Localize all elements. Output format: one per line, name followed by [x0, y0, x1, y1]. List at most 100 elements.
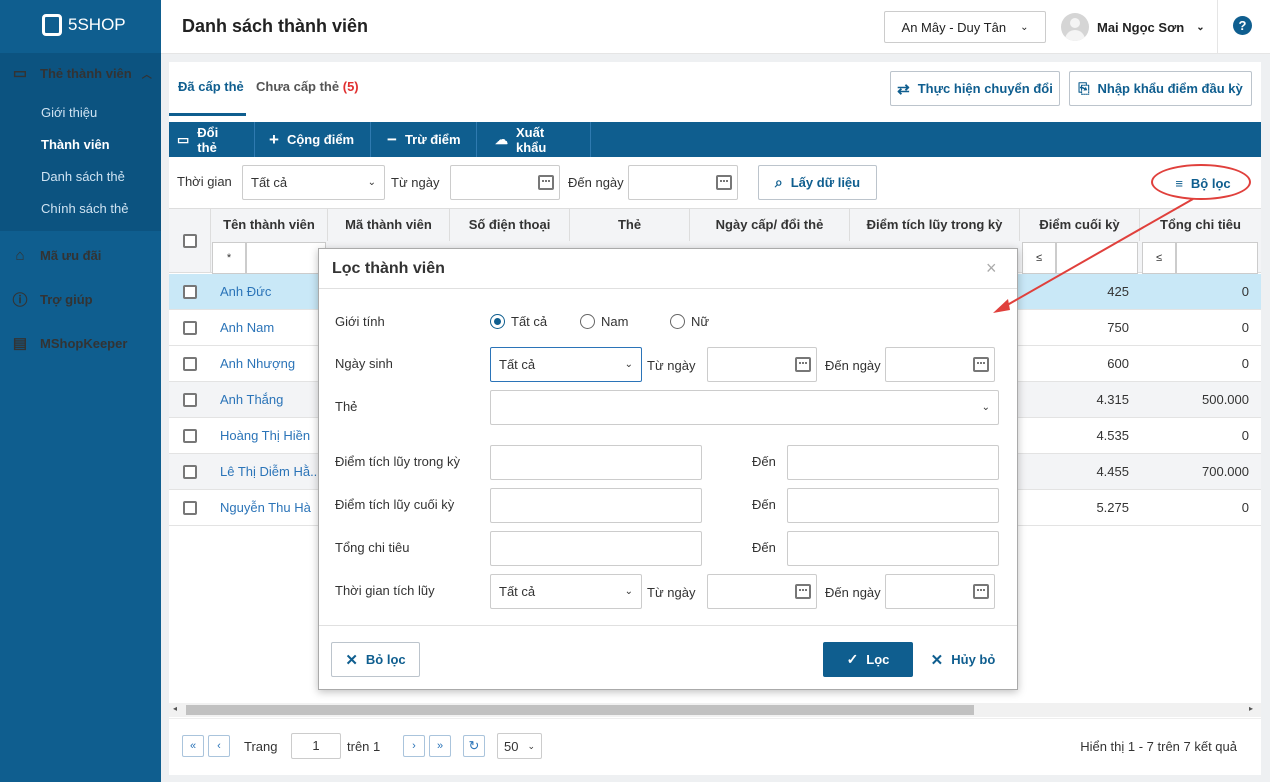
change-card-button[interactable]: ▭ Đổi thẻ [169, 122, 255, 157]
name-filter-input[interactable] [246, 242, 326, 274]
help-icon[interactable]: ? [1233, 16, 1252, 35]
member-name-link[interactable]: Anh Nhượng [220, 356, 295, 371]
convert-button[interactable]: ⇄ Thực hiện chuyển đổi [890, 71, 1060, 106]
col-header-total-spend[interactable]: Tổng chi tiêu [1140, 208, 1261, 241]
branch-select[interactable]: An Mây - Duy Tân ⌄ [884, 11, 1046, 43]
clear-filter-label: Bỏ lọc [365, 652, 406, 667]
user-menu[interactable]: Mai Ngọc Sơn ⌄ [1061, 11, 1205, 43]
period-points-from-input[interactable] [490, 445, 702, 480]
row-checkbox[interactable] [183, 465, 197, 479]
calendar-icon[interactable] [973, 357, 989, 372]
col-header-issue-date[interactable]: Ngày cấp/ đổi thẻ [690, 208, 850, 241]
subtract-points-button[interactable]: − Trừ điểm [371, 122, 477, 157]
dob-to-input[interactable] [885, 347, 995, 382]
sidebar-item-card-policy[interactable]: Chính sách thẻ [0, 193, 161, 225]
sidebar-group-help[interactable]: ⓘ Trợ giúp [0, 279, 161, 319]
page-size-select[interactable]: 50 ⌄ [497, 733, 542, 759]
total-spend-from-input[interactable] [490, 531, 702, 566]
refresh-icon[interactable]: ↻ [463, 735, 485, 757]
clear-filter-button[interactable]: ✕ Bỏ lọc [331, 642, 420, 677]
calendar-icon[interactable] [716, 175, 732, 190]
prev-page-icon[interactable]: ‹ [208, 735, 230, 757]
final-points-to-input[interactable] [787, 488, 999, 523]
col-header-name[interactable]: Tên thành viên [211, 208, 328, 241]
total-spend-to-label: Đến [752, 540, 776, 555]
import-points-button[interactable]: ⎘ Nhập khẩu điểm đầu kỳ [1069, 71, 1252, 106]
total-spend-to-input[interactable] [787, 531, 999, 566]
close-icon: ✕ [345, 651, 358, 669]
radio-checked-icon [490, 314, 505, 329]
card-select[interactable]: ⌄ [490, 390, 999, 425]
calendar-icon[interactable] [795, 357, 811, 372]
final-points-from-input[interactable] [490, 488, 702, 523]
accum-to-input[interactable] [885, 574, 995, 609]
name-filter-op[interactable]: * [212, 242, 246, 274]
app-logo[interactable]: 5SHOP [42, 14, 126, 36]
export-button[interactable]: ☁ Xuất khẩu [477, 122, 591, 157]
final-points-label: Điểm tích lũy cuối kỳ [335, 497, 455, 512]
gender-option-all[interactable]: Tất cả [490, 314, 547, 329]
cancel-button[interactable]: ✕ Hủy bỏ [926, 642, 1000, 677]
sidebar-item-intro[interactable]: Giới thiệu [0, 97, 161, 129]
member-name-link[interactable]: Anh Thắng [220, 392, 283, 407]
accum-time-select[interactable]: Tất cả ⌄ [490, 574, 642, 609]
period-points-to-input[interactable] [787, 445, 999, 480]
sidebar-group-promotions[interactable]: ⌂ Mã ưu đãi [0, 235, 161, 275]
row-checkbox[interactable] [183, 393, 197, 407]
spend-filter-input[interactable] [1176, 242, 1258, 274]
calendar-icon[interactable] [538, 175, 554, 190]
col-header-code[interactable]: Mã thành viên [328, 208, 450, 241]
scrollbar-thumb[interactable] [186, 705, 974, 715]
gender-option-female[interactable]: Nữ [670, 314, 709, 329]
plus-icon: + [269, 129, 279, 149]
sidebar-item-card-list[interactable]: Danh sách thẻ [0, 161, 161, 193]
add-points-button[interactable]: + Cộng điểm [255, 122, 371, 157]
row-checkbox[interactable] [183, 501, 197, 515]
sidebar-group-mshopkeeper[interactable]: ▤ MShopKeeper [0, 323, 161, 363]
next-page-icon[interactable]: › [403, 735, 425, 757]
accum-from-input[interactable] [707, 574, 817, 609]
time-range-select[interactable]: Tất cả ⌄ [242, 165, 385, 200]
row-checkbox[interactable] [183, 285, 197, 299]
total-spend-cell: 500.000 [1202, 392, 1249, 407]
accum-to-label: Đến ngày [825, 585, 881, 600]
member-name-link[interactable]: Anh Nam [220, 320, 274, 335]
final-points-filter-op[interactable]: ≤ [1022, 242, 1056, 274]
radio-icon [580, 314, 595, 329]
calendar-icon[interactable] [973, 584, 989, 599]
row-checkbox[interactable] [183, 429, 197, 443]
scroll-left-icon[interactable]: ◂ [173, 704, 177, 713]
to-date-input[interactable] [628, 165, 738, 200]
select-all-checkbox[interactable] [183, 234, 197, 248]
total-spend-cell: 0 [1241, 320, 1249, 335]
final-points-filter-input[interactable] [1056, 242, 1138, 274]
last-page-icon[interactable]: » [429, 735, 451, 757]
close-icon[interactable]: × [986, 258, 997, 279]
tab-not-issued[interactable]: Chưa cấp thẻ (5) [256, 62, 359, 122]
col-header-card[interactable]: Thẻ [570, 208, 690, 241]
first-page-icon[interactable]: « [182, 735, 204, 757]
calendar-icon[interactable] [795, 584, 811, 599]
col-header-period-points[interactable]: Điểm tích lũy trong kỳ [850, 208, 1020, 241]
dob-select[interactable]: Tất cả ⌄ [490, 347, 642, 382]
gender-option-male[interactable]: Nam [580, 314, 628, 329]
row-checkbox[interactable] [183, 357, 197, 371]
from-date-input[interactable] [450, 165, 560, 200]
get-data-button[interactable]: ⌕ Lấy dữ liệu [758, 165, 877, 200]
dob-from-input[interactable] [707, 347, 817, 382]
col-header-phone[interactable]: Số điện thoại [450, 208, 570, 241]
export-label: Xuất khẩu [516, 124, 547, 155]
apply-filter-label: Lọc [866, 652, 890, 667]
row-checkbox[interactable] [183, 321, 197, 335]
apply-filter-button[interactable]: ✓ Lọc [823, 642, 913, 677]
page-input[interactable]: 1 [291, 733, 341, 759]
sidebar-group-members[interactable]: ▭ Thẻ thành viên ︿ [0, 53, 161, 93]
member-name-link[interactable]: Nguyễn Thu Hà [220, 500, 311, 515]
member-name-link[interactable]: Hoàng Thị Hiền [220, 428, 310, 443]
member-name-link[interactable]: Lê Thị Diễm Hằ... [220, 464, 321, 479]
scroll-right-icon[interactable]: ▸ [1249, 704, 1253, 713]
member-name-link[interactable]: Anh Đức [220, 284, 271, 299]
col-header-final-points[interactable]: Điểm cuối kỳ [1020, 208, 1140, 241]
spend-filter-op[interactable]: ≤ [1142, 242, 1176, 274]
sidebar-item-members[interactable]: Thành viên [0, 129, 161, 161]
